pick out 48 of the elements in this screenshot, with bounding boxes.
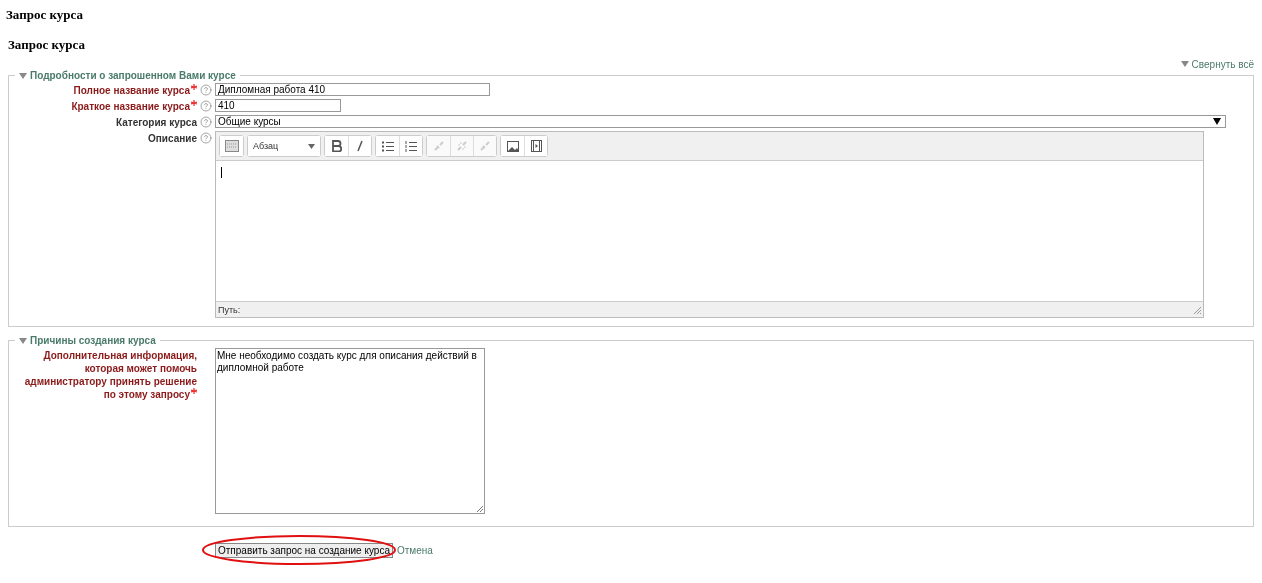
- caret-icon: [308, 143, 315, 149]
- numbered-list-icon: [405, 140, 417, 152]
- field-label: Дополнительная информация, которая может помочь администратору принять решение по этому запросу: [23, 349, 197, 401]
- submit-button[interactable]: Отправить запрос на создание курса: [215, 543, 393, 558]
- link-icon: [432, 140, 445, 152]
- paragraph-format-dropdown[interactable]: Абзац: [248, 136, 320, 156]
- required-icon: [191, 388, 197, 394]
- link-icon: [479, 140, 491, 152]
- toolbar-button[interactable]: [348, 136, 371, 156]
- help-icon[interactable]: [200, 84, 212, 96]
- bullet-list-icon: [381, 140, 394, 152]
- text-field[interactable]: 410: [215, 99, 341, 112]
- cancel-link[interactable]: Отмена: [396, 545, 433, 556]
- dropdown-arrow-icon: [1213, 118, 1221, 125]
- toolbar-button[interactable]: [524, 136, 547, 156]
- section-legend[interactable]: Подробности о запрошенном Вами курсе: [15, 70, 240, 81]
- expand-arrow-icon: [19, 72, 27, 79]
- unlink-icon: [456, 140, 468, 152]
- required-icon: [191, 100, 197, 106]
- collapse-all-link[interactable]: Свернуть всё: [1180, 58, 1254, 70]
- path-label: Путь:: [218, 304, 241, 315]
- text-field[interactable]: Дипломная работа 410: [215, 83, 490, 96]
- toolbar-toggle-icon: [224, 140, 239, 152]
- help-icon[interactable]: [200, 100, 212, 112]
- text-editor[interactable]: Абзац Путь:: [215, 131, 1204, 318]
- field-label: Описание: [148, 132, 197, 145]
- field-label: Краткое название курса: [71, 100, 197, 113]
- collapse-arrow-icon: [1180, 61, 1189, 67]
- expand-arrow-icon: [19, 337, 27, 344]
- resize-grip-icon[interactable]: [1193, 305, 1201, 314]
- film-icon: [530, 140, 542, 152]
- text-cursor: [221, 167, 222, 178]
- help-icon[interactable]: [200, 116, 212, 128]
- resize-grip-icon[interactable]: [476, 505, 483, 512]
- section-legend[interactable]: Причины создания курса: [15, 335, 160, 346]
- help-icon[interactable]: [200, 132, 212, 144]
- field-label: Полное название курса: [73, 84, 197, 97]
- required-icon: [191, 84, 197, 90]
- form-title: Запрос курса: [8, 36, 86, 54]
- italic-icon: [356, 140, 364, 152]
- page-title: Запрос курса: [6, 6, 84, 24]
- toolbar-button[interactable]: [399, 136, 422, 156]
- text-area[interactable]: Мне необходимо создать курс для описания действий в дипломной работе: [215, 348, 485, 514]
- category-select[interactable]: Общие курсы: [215, 115, 1226, 128]
- field-label: Категория курса: [115, 116, 197, 129]
- toolbar-button[interactable]: [220, 136, 243, 156]
- image-icon: [506, 140, 519, 152]
- bold-icon: [331, 140, 342, 152]
